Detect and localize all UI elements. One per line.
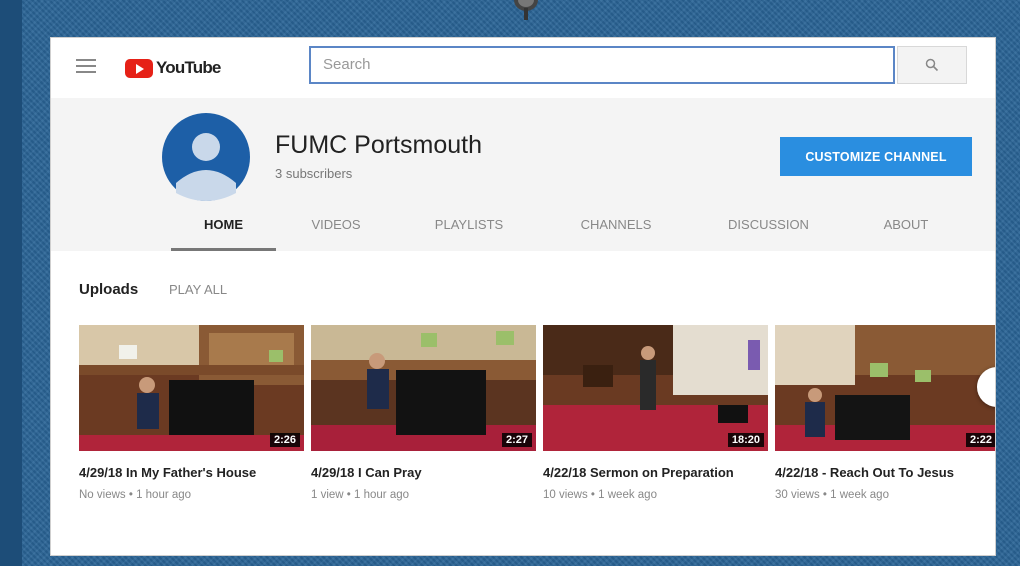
video-thumbnail[interactable]: 18:20 (543, 325, 768, 451)
video-title[interactable]: 4/22/18 Sermon on Preparation (543, 464, 763, 482)
video-title[interactable]: 4/29/18 I Can Pray (311, 464, 531, 482)
channel-header: FUMC Portsmouth 3 subscribers CUSTOMIZE … (51, 98, 995, 251)
tab-about[interactable]: ABOUT (866, 213, 946, 251)
video-meta: No views • 1 hour ago (79, 489, 192, 501)
logo-text: YouTube (156, 58, 221, 77)
video-duration: 18:20 (727, 433, 764, 447)
youtube-window: YouTube Search FUMC Portsmouth 3 subscri… (50, 37, 996, 556)
video-card[interactable]: 18:20 4/22/18 Sermon on Preparation 10 v… (543, 325, 768, 501)
video-meta: 30 views • 1 week ago (775, 489, 889, 501)
uploads-shelf-header: Uploads PLAY ALL (79, 281, 227, 298)
tab-home[interactable]: HOME (171, 213, 276, 251)
video-duration: 2:22 (965, 433, 995, 447)
subscriber-count: 3 subscribers (275, 166, 353, 181)
video-card[interactable]: 2:27 4/29/18 I Can Pray 1 view • 1 hour … (311, 325, 536, 501)
channel-tabs: HOME VIDEOS PLAYLISTS CHANNELS DISCUSSIO… (51, 213, 995, 251)
video-title[interactable]: 4/22/18 - Reach Out To Jesus (775, 464, 995, 482)
active-tab-indicator (171, 248, 276, 251)
search-button[interactable] (897, 46, 967, 84)
avatar[interactable] (162, 113, 250, 201)
video-thumbnail[interactable]: 2:26 (79, 325, 304, 451)
pushpin-icon (514, 0, 538, 20)
masthead: YouTube Search (51, 38, 995, 98)
video-meta: 10 views • 1 week ago (543, 489, 657, 501)
video-thumbnail[interactable]: 2:27 (311, 325, 536, 451)
tab-videos[interactable]: VIDEOS (291, 213, 381, 251)
play-all-button[interactable]: PLAY ALL (169, 282, 227, 297)
left-border-strip (0, 0, 22, 566)
video-title[interactable]: 4/29/18 In My Father's House (79, 464, 299, 482)
tab-playlists[interactable]: PLAYLISTS (419, 213, 519, 251)
video-duration: 2:26 (269, 433, 300, 447)
search-icon (925, 58, 939, 72)
video-card[interactable]: 2:26 4/29/18 In My Father's House No vie… (79, 325, 304, 501)
video-duration: 2:27 (501, 433, 532, 447)
search-input[interactable]: Search (309, 46, 895, 84)
uploads-title[interactable]: Uploads (79, 281, 138, 298)
youtube-logo[interactable]: YouTube (125, 56, 221, 80)
tab-channels[interactable]: CHANNELS (566, 213, 666, 251)
video-thumbnail[interactable]: 2:22 (775, 325, 995, 451)
uploads-shelf: 2:26 4/29/18 In My Father's House No vie… (79, 325, 995, 555)
customize-channel-button[interactable]: CUSTOMIZE CHANNEL (780, 137, 972, 176)
channel-name: FUMC Portsmouth (275, 131, 482, 159)
hamburger-menu-icon[interactable] (76, 59, 96, 75)
video-meta: 1 view • 1 hour ago (311, 489, 410, 501)
tab-discussion[interactable]: DISCUSSION (711, 213, 826, 251)
video-card[interactable]: 2:22 4/22/18 - Reach Out To Jesus 30 vie… (775, 325, 995, 501)
youtube-play-icon (125, 58, 153, 78)
